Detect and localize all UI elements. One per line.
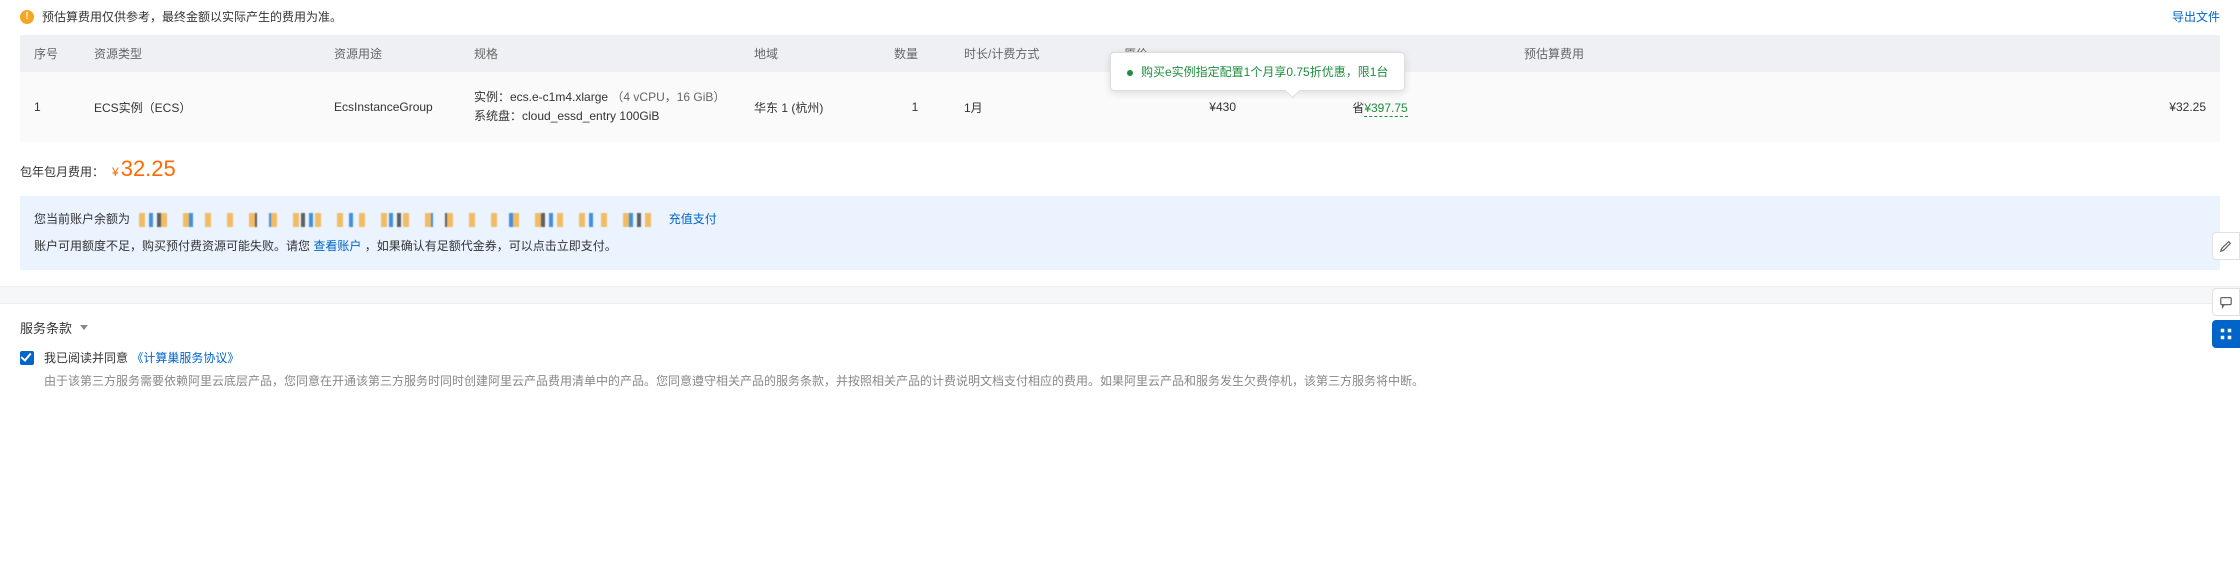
agreement-link[interactable]: 《计算巢服务协议》 <box>131 351 239 365</box>
promo-tooltip-text: 购买e实例指定配置1个月享0.75折优惠，限1台 <box>1141 65 1388 79</box>
grid-icon <box>2219 327 2233 341</box>
col-usage: 资源用途 <box>320 35 460 72</box>
estimate-disclaimer: 预估算费用仅供参考，最终金额以实际产生的费用为准。 <box>20 8 342 25</box>
spec-disk: 系统盘：cloud_essd_entry 100GiB <box>474 107 726 126</box>
col-index: 序号 <box>20 35 80 72</box>
total-currency: ¥ <box>112 165 119 179</box>
spec-instance: 实例：ecs.e-c1m4.xlarge <box>474 90 608 104</box>
spec-instance-detail: （4 vCPU，16 GiB） <box>611 90 725 104</box>
cell-type: ECS实例（ECS） <box>80 72 320 142</box>
balance-note-a: 账户可用额度不足，购买预付费资源可能失败。请您 <box>34 239 313 253</box>
cell-spec: 实例：ecs.e-c1m4.xlarge （4 vCPU，16 GiB） 系统盘… <box>460 72 740 142</box>
cell-index: 1 <box>20 72 80 142</box>
disclaimer-text: 预估算费用仅供参考，最终金额以实际产生的费用为准。 <box>42 8 342 25</box>
recharge-link[interactable]: 充值支付 <box>669 212 717 226</box>
view-account-link[interactable]: 查看账户 <box>313 239 361 253</box>
balance-info-box: 您当前账户余额为 充值支付 账户可用额度不足，购买预付费资源可能失败。请您 查看… <box>20 196 2220 270</box>
terms-section-header[interactable]: 服务条款 <box>0 304 2240 345</box>
apps-side-button[interactable] <box>2212 320 2240 348</box>
col-region: 地域 <box>740 35 880 72</box>
col-type: 资源类型 <box>80 35 320 72</box>
chevron-down-icon <box>80 325 88 330</box>
col-qty: 数量 <box>880 35 950 72</box>
message-icon <box>2219 295 2233 309</box>
promo-tooltip: 购买e实例指定配置1个月享0.75折优惠，限1台 <box>1110 52 1405 91</box>
cell-region: 华东 1 (杭州) <box>740 72 880 142</box>
section-divider <box>0 286 2240 304</box>
export-file-link[interactable]: 导出文件 <box>2172 8 2220 25</box>
warning-icon <box>20 10 34 24</box>
col-billing: 时长/计费方式 <box>950 35 1110 72</box>
cell-usage: EcsInstanceGroup <box>320 72 460 142</box>
balance-note-b: ，如果确认有足额代金券，可以点击立即支付。 <box>365 239 617 253</box>
promo-dot-icon <box>1127 70 1133 76</box>
pencil-icon <box>2219 239 2233 253</box>
agree-text: 我已阅读并同意 <box>44 351 128 365</box>
terms-section-title: 服务条款 <box>20 318 72 337</box>
total-amount: 32.25 <box>121 156 176 181</box>
terms-note: 由于该第三方服务需要依赖阿里云底层产品，您同意在开通该第三方服务时同时创建阿里云… <box>44 372 1424 391</box>
col-spec: 规格 <box>460 35 740 72</box>
balance-redacted <box>139 213 659 227</box>
col-est: 预估算费用 <box>1510 35 2220 72</box>
cell-billing: 1月 <box>950 72 1110 142</box>
total-label: 包年包月费用： <box>20 163 104 180</box>
cell-qty: 1 <box>880 72 950 142</box>
edit-side-button[interactable] <box>2212 232 2240 260</box>
save-amount: ¥397.75 <box>1364 101 1407 117</box>
agree-checkbox[interactable] <box>20 351 34 365</box>
feedback-side-button[interactable] <box>2212 288 2240 316</box>
cell-est-price: ¥32.25 <box>1510 72 2220 142</box>
save-prefix: 省 <box>1352 101 1364 115</box>
total-price: ¥32.25 <box>112 156 176 182</box>
balance-prefix: 您当前账户余额为 <box>34 212 130 226</box>
